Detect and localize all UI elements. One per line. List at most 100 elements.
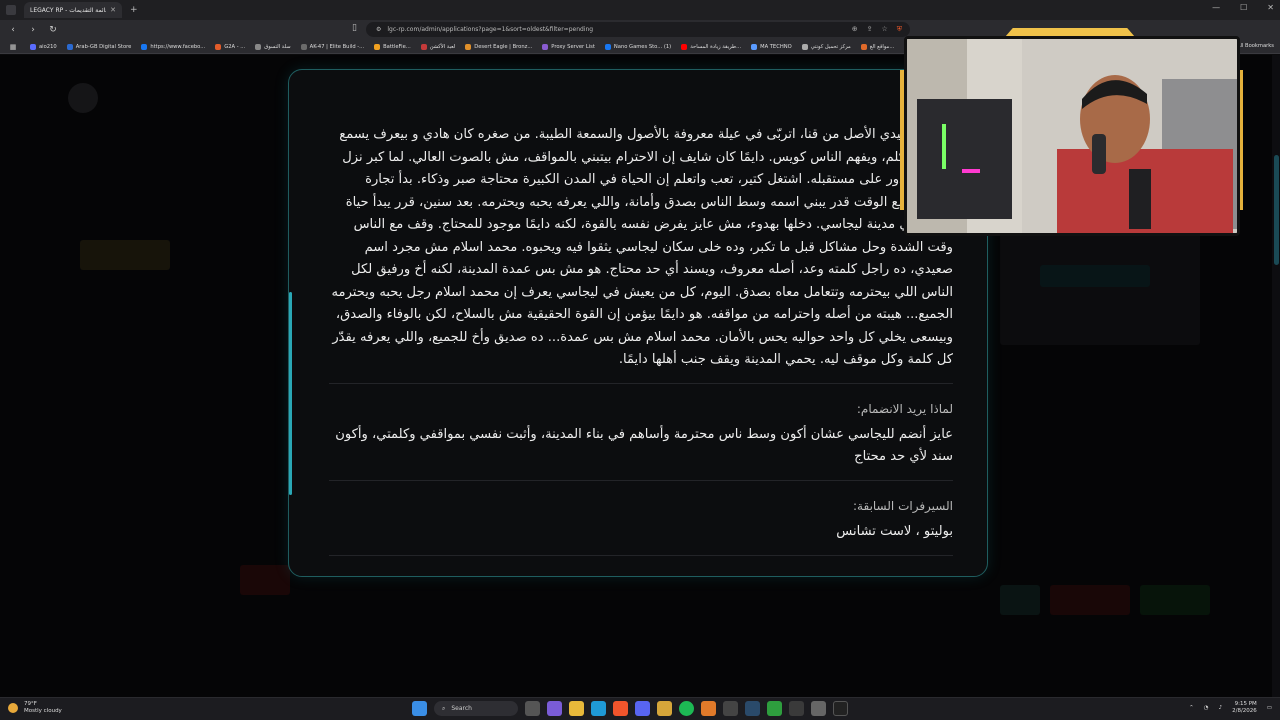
bookmark-favicon-icon: [300, 43, 307, 50]
discord-icon[interactable]: [635, 701, 650, 716]
background-button: [80, 240, 170, 270]
join-reason-section: لماذا يريد الانضمام: عايز أنضم لليجاسي ع…: [329, 402, 953, 469]
new-tab-icon[interactable]: +: [130, 5, 138, 15]
folder-icon[interactable]: [657, 701, 672, 716]
volume-icon[interactable]: ♪: [1219, 705, 1223, 711]
clock-date: 2/8/2026: [1232, 708, 1257, 714]
steam-icon[interactable]: [745, 701, 760, 716]
brave-icon[interactable]: [613, 701, 628, 716]
all-bookmarks[interactable]: All Bookmarks: [1237, 43, 1274, 49]
window-controls: — ☐ ✕: [1212, 3, 1274, 12]
tab-search-icon[interactable]: [6, 5, 16, 15]
bookmark-favicon-icon: [860, 43, 867, 50]
bookmark-label: BattleFie...: [383, 43, 411, 50]
bookmark-favicon-icon: [604, 43, 611, 50]
maximize-icon[interactable]: ☐: [1240, 3, 1247, 12]
bookmark-favicon-icon: [255, 43, 262, 50]
reload-icon[interactable]: ↻: [46, 25, 60, 35]
bookmark-label: MA TECHNO: [760, 43, 792, 50]
site-info-icon[interactable]: ⚙: [376, 26, 381, 33]
bookmark-page-icon[interactable]: ▯: [352, 23, 357, 33]
bookmark-item[interactable]: https://www.facebo...: [141, 43, 206, 50]
notifications-icon[interactable]: ▭: [1267, 705, 1272, 711]
page-scrollbar[interactable]: [1272, 55, 1280, 697]
spotify-icon[interactable]: [679, 701, 694, 716]
bookmark-item[interactable]: طريقة زيادة المساحة...: [681, 43, 741, 50]
previous-servers-label: السيرفرات السابقة:: [853, 498, 953, 513]
bookmark-label: مركز تحميل كونتي: [810, 43, 851, 50]
cloud-icon[interactable]: [701, 701, 716, 716]
taskbar-search[interactable]: ⌕ Search: [434, 701, 518, 716]
windows-start-icon[interactable]: [412, 701, 427, 716]
app-icon[interactable]: [723, 701, 738, 716]
join-reason-label: لماذا يريد الانضمام:: [856, 401, 953, 416]
background-button: [240, 565, 290, 595]
address-bar[interactable]: ⚙ lgc-rp.com/admin/applications?page=1&s…: [366, 22, 910, 37]
bookmark-item[interactable]: BattleFie...: [374, 43, 411, 50]
bookmark-label: Nano Games Sto... (1): [613, 43, 672, 50]
task-view-icon[interactable]: [525, 701, 540, 716]
url-text: lgc-rp.com/admin/applications?page=1&sor…: [387, 26, 594, 33]
bookmark-item[interactable]: Nano Games Sto... (1): [604, 43, 672, 50]
bookmark-favicon-icon: [465, 43, 472, 50]
copilot-icon[interactable]: [547, 701, 562, 716]
bookmark-item[interactable]: مركز تحميل كونتي: [801, 43, 851, 50]
settings-icon[interactable]: [811, 701, 826, 716]
clock-time: 9:15 PM: [1234, 701, 1257, 707]
share-icon[interactable]: ⇪: [867, 25, 873, 34]
previous-servers-text: بوليتو ، لاست تشانس: [836, 523, 953, 539]
weather-temp: 79°F: [24, 701, 37, 707]
bookmark-label: https://www.facebo...: [150, 43, 206, 50]
bookmark-favicon-icon: [542, 43, 549, 50]
bookmark-item[interactable]: لعبة الأكشن: [420, 43, 455, 50]
app-icon[interactable]: [789, 701, 804, 716]
bookmark-item[interactable]: AK-47 | Elite Build -...: [300, 43, 364, 50]
system-tray: ⌃ ◔ ♪ 9:15 PM 2/8/2026 ▭: [1189, 701, 1272, 715]
bookmark-label: G2A - ...: [224, 43, 246, 50]
bookmark-item[interactable]: مواقع الغ...: [860, 43, 894, 50]
bookmark-item[interactable]: G2A - ...: [215, 43, 246, 50]
chevron-up-icon[interactable]: ⌃: [1189, 705, 1194, 711]
back-icon[interactable]: ‹: [6, 25, 20, 35]
weather-widget[interactable]: 79°F Mostly cloudy: [8, 701, 62, 715]
edge-icon[interactable]: [591, 701, 606, 716]
taskbar-apps: ⌕ Search: [412, 701, 848, 716]
apps-icon[interactable]: ▦: [6, 43, 20, 51]
divider: [329, 382, 953, 384]
background-button: [1040, 265, 1150, 287]
divider: [329, 479, 953, 481]
zoom-icon[interactable]: ⊕: [852, 25, 858, 34]
bookmark-favicon-icon: [215, 43, 222, 50]
bookmark-label: Desert Eagle | Bronz...: [474, 43, 533, 50]
bookmark-item[interactable]: Arab-GB Digital Store: [66, 43, 132, 50]
browser-tab-active[interactable]: LEGACY RP - قائمة التقديمات ✕: [24, 2, 122, 18]
bookmark-item[interactable]: سلة التسوق: [255, 43, 291, 50]
bookmark-label: سلة التسوق: [264, 43, 291, 50]
background-button: [1140, 585, 1210, 615]
taskbar-clock[interactable]: 9:15 PM 2/8/2026: [1232, 701, 1257, 715]
bookmark-favicon-icon: [751, 43, 758, 50]
close-icon[interactable]: ✕: [110, 6, 116, 14]
bookmark-label: Arab-GB Digital Store: [75, 43, 132, 50]
modal-scroll-indicator[interactable]: [289, 292, 292, 495]
bookmark-item[interactable]: MA TECHNO: [751, 43, 792, 50]
windows-taskbar: 79°F Mostly cloudy ⌕ Search ⌃ ◔ ♪ 9:15 P…: [0, 697, 1280, 720]
bookmark-item[interactable]: Desert Eagle | Bronz...: [465, 43, 533, 50]
terminal-icon[interactable]: [833, 701, 848, 716]
bookmark-favicon-icon: [30, 43, 36, 50]
browser-tab-strip: LEGACY RP - قائمة التقديمات ✕ + — ☐ ✕: [0, 0, 1280, 20]
bookmark-label: Proxy Server List: [551, 43, 595, 50]
close-window-icon[interactable]: ✕: [1267, 3, 1274, 12]
bookmark-item[interactable]: aio210: [30, 43, 57, 50]
bookmark-item[interactable]: Proxy Server List: [542, 43, 595, 50]
background-button: [1000, 585, 1040, 615]
minimize-icon[interactable]: —: [1212, 3, 1220, 12]
forward-icon[interactable]: ›: [26, 25, 40, 35]
network-icon[interactable]: ◔: [1204, 705, 1209, 711]
file-explorer-icon[interactable]: [569, 701, 584, 716]
bookmark-icon[interactable]: ☆: [881, 25, 887, 34]
search-label: Search: [451, 705, 472, 712]
brave-shield-icon[interactable]: ⛨: [897, 25, 902, 34]
scrollbar-thumb[interactable]: [1274, 155, 1279, 265]
xbox-icon[interactable]: [767, 701, 782, 716]
